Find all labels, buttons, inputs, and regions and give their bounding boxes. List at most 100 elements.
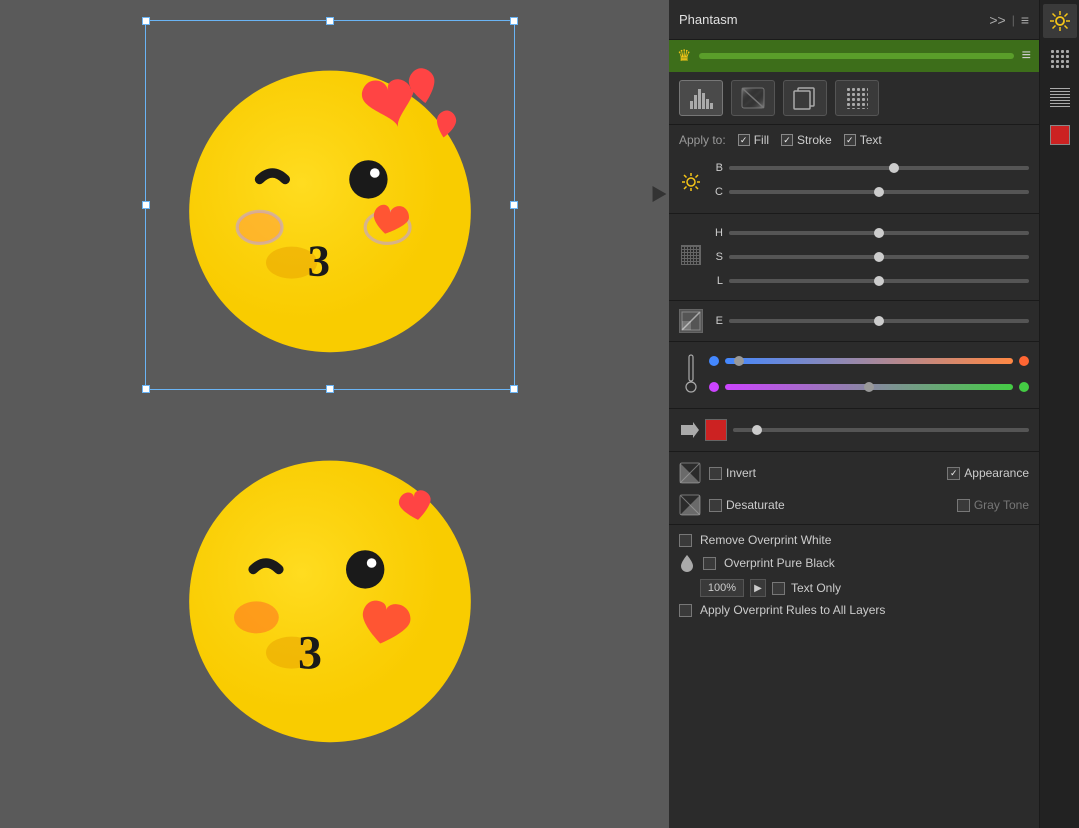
purple-green-slider-row bbox=[709, 376, 1029, 398]
c-slider-thumb[interactable] bbox=[874, 187, 884, 197]
s-label: S bbox=[709, 251, 723, 263]
arrow-right-icon bbox=[679, 422, 699, 438]
menu-icon[interactable]: ≡ bbox=[1021, 12, 1029, 28]
desaturate-checkbox[interactable]: Desaturate bbox=[709, 498, 785, 512]
s-slider-thumb[interactable] bbox=[874, 252, 884, 262]
c-label: C bbox=[709, 186, 723, 198]
canvas-area: 3 bbox=[0, 0, 660, 828]
rs-btn-red[interactable] bbox=[1043, 118, 1077, 152]
gradient-tool-btn[interactable] bbox=[731, 80, 775, 116]
l-label: L bbox=[709, 275, 723, 287]
resize-handle-mr[interactable] bbox=[510, 201, 518, 209]
invert-cb-box[interactable] bbox=[709, 467, 722, 480]
resize-handle-bm[interactable] bbox=[326, 385, 334, 393]
panel-content: Apply to: ✓ Fill ✓ Stroke ✓ Text bbox=[669, 125, 1039, 828]
rs-red-icon bbox=[1049, 124, 1071, 146]
c-slider-track[interactable] bbox=[729, 190, 1029, 194]
purple-green-thumb[interactable] bbox=[864, 382, 874, 392]
histogram-tool-btn[interactable] bbox=[679, 80, 723, 116]
rs-btn-dots[interactable] bbox=[1043, 42, 1077, 76]
stroke-label: Stroke bbox=[797, 133, 832, 147]
s-slider-row: S bbox=[709, 246, 1029, 268]
resize-handle-br[interactable] bbox=[510, 385, 518, 393]
hist-bar-4 bbox=[702, 93, 705, 109]
histogram-icon bbox=[690, 87, 713, 109]
invert-label: Invert bbox=[726, 466, 756, 480]
e-slider-thumb[interactable] bbox=[874, 316, 884, 326]
rs-btn-stripes[interactable] bbox=[1043, 80, 1077, 114]
text-only-label: Text Only bbox=[791, 581, 841, 595]
l-slider-track[interactable] bbox=[729, 279, 1029, 283]
h-slider-thumb[interactable] bbox=[874, 228, 884, 238]
resize-handle-tm[interactable] bbox=[326, 17, 334, 25]
expand-icon[interactable]: >> bbox=[989, 12, 1005, 28]
text-checkbox[interactable]: ✓ Text bbox=[844, 133, 882, 147]
h-slider-track[interactable] bbox=[729, 231, 1029, 235]
text-check-box[interactable]: ✓ bbox=[844, 134, 856, 146]
right-sidebar bbox=[1039, 0, 1079, 828]
unselected-object[interactable]: 3 bbox=[145, 410, 515, 780]
stroke-checkbox[interactable]: ✓ Stroke bbox=[781, 133, 832, 147]
svg-text:3: 3 bbox=[308, 235, 330, 285]
b-label: B bbox=[709, 162, 723, 174]
drop-icon-wrap bbox=[679, 553, 695, 573]
drop-icon bbox=[679, 553, 695, 573]
l-slider-row: L bbox=[709, 270, 1029, 292]
overprint-black-cb[interactable] bbox=[703, 557, 716, 570]
overprint-value-row: 100% ▶ Text Only bbox=[679, 579, 1029, 597]
c-slider-row: C bbox=[709, 181, 1029, 203]
e-slider-track[interactable] bbox=[729, 319, 1029, 323]
blue-orange-slider-row bbox=[709, 350, 1029, 372]
gray-tone-checkbox[interactable]: Gray Tone bbox=[957, 498, 1029, 512]
text-only-cb[interactable] bbox=[772, 582, 785, 595]
fill-check-box[interactable]: ✓ bbox=[738, 134, 750, 146]
desaturate-section: Desaturate bbox=[679, 494, 785, 516]
tool-row bbox=[669, 72, 1039, 125]
remove-overprint-label: Remove Overprint White bbox=[700, 533, 831, 547]
invert-checkbox[interactable]: Invert bbox=[709, 466, 756, 480]
divider-5 bbox=[669, 451, 1039, 452]
hist-bar-5 bbox=[706, 99, 709, 109]
halftone-tool-btn[interactable] bbox=[835, 80, 879, 116]
panel-main: Phantasm >> | ≡ ♛ ≡ bbox=[669, 0, 1039, 828]
invert-section: Invert bbox=[679, 462, 756, 484]
overprint-stepper[interactable]: ▶ bbox=[750, 579, 766, 597]
apply-overprint-cb[interactable] bbox=[679, 604, 692, 617]
crown-progress-bar bbox=[699, 53, 1013, 59]
appearance-cb-box[interactable]: ✓ bbox=[947, 467, 960, 480]
stroke-check-box[interactable]: ✓ bbox=[781, 134, 793, 146]
overprint-input[interactable]: 100% bbox=[700, 579, 744, 597]
desaturate-cb-box[interactable] bbox=[709, 499, 722, 512]
purple-green-track[interactable] bbox=[725, 384, 1013, 390]
resize-handle-bl[interactable] bbox=[142, 385, 150, 393]
resize-handle-tr[interactable] bbox=[510, 17, 518, 25]
b-slider-thumb[interactable] bbox=[889, 163, 899, 173]
purple-dot bbox=[709, 382, 719, 392]
remove-overprint-cb[interactable] bbox=[679, 534, 692, 547]
fill-checkbox[interactable]: ✓ Fill bbox=[738, 133, 769, 147]
rs-btn-sun[interactable] bbox=[1043, 4, 1077, 38]
crown-menu-icon[interactable]: ≡ bbox=[1022, 47, 1031, 65]
gray-tone-cb-box[interactable] bbox=[957, 499, 970, 512]
panel-title: Phantasm bbox=[679, 12, 738, 27]
overprint-section: Remove Overprint White Overprint Pure Bl… bbox=[669, 529, 1039, 621]
panel-header-icons: >> | ≡ bbox=[989, 12, 1029, 28]
desaturate-label: Desaturate bbox=[726, 498, 785, 512]
resize-handle-ml[interactable] bbox=[142, 201, 150, 209]
blue-orange-track[interactable] bbox=[725, 358, 1013, 364]
resize-handle-tl[interactable] bbox=[142, 17, 150, 25]
s-slider-track[interactable] bbox=[729, 255, 1029, 259]
appearance-checkbox[interactable]: ✓ Appearance bbox=[947, 466, 1029, 480]
b-slider-track[interactable] bbox=[729, 166, 1029, 170]
h-label: H bbox=[709, 227, 723, 239]
color-track[interactable] bbox=[733, 428, 1029, 432]
hist-bar-1 bbox=[690, 101, 693, 109]
l-slider-thumb[interactable] bbox=[874, 276, 884, 286]
color-track-thumb[interactable] bbox=[752, 425, 762, 435]
copy-tool-btn[interactable] bbox=[783, 80, 827, 116]
blue-orange-thumb[interactable] bbox=[734, 356, 744, 366]
selected-object[interactable]: 3 bbox=[145, 20, 515, 390]
color-swatch[interactable] bbox=[705, 419, 727, 441]
e-icon bbox=[679, 309, 703, 333]
divider-3 bbox=[669, 341, 1039, 342]
